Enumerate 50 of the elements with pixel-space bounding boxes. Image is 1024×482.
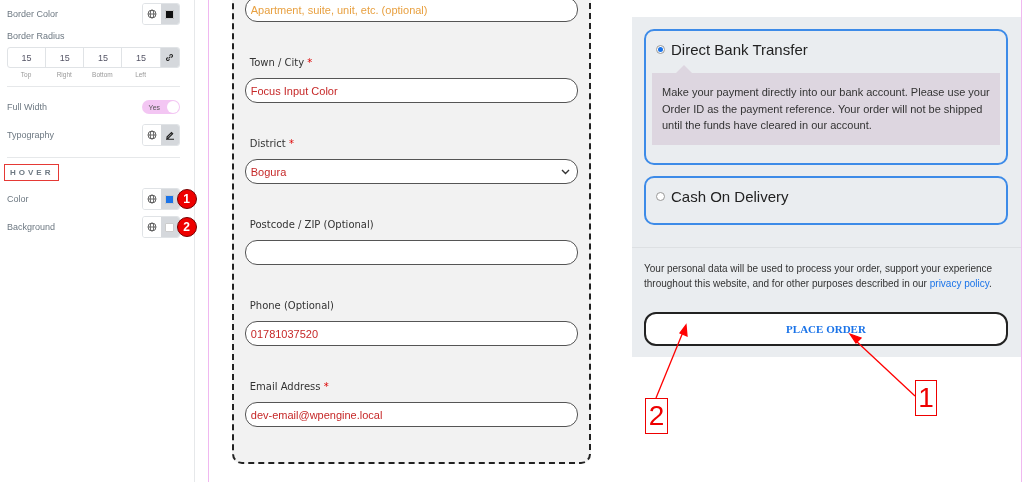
privacy-notice: Your personal data will be used to process your order, support your experience throughout this website, and for other purposes described in our privacy policy. bbox=[644, 261, 994, 291]
setting-label: Typography bbox=[7, 130, 55, 140]
radio-button[interactable] bbox=[656, 45, 665, 54]
required-asterisk: * bbox=[288, 138, 294, 149]
globe-icon bbox=[146, 9, 157, 19]
annotation-label: 2 bbox=[645, 398, 668, 434]
setting-label: Border Color bbox=[7, 9, 59, 19]
globe-icon bbox=[146, 222, 157, 232]
payment-option[interactable]: Cash On Delivery bbox=[644, 175, 1008, 225]
payment-description: Make your payment directly into our bank account. Please use your Order ID as the payment reference. Your order will not be shipped until the funds have cleared in our account. bbox=[652, 73, 1000, 145]
annotation-arrow bbox=[848, 332, 916, 397]
radio-button[interactable] bbox=[656, 191, 665, 201]
input-field[interactable]: Focus Input Color bbox=[244, 78, 578, 103]
radius-input[interactable]: 15 bbox=[8, 48, 47, 67]
privacy-policy-link[interactable]: privacy policy bbox=[929, 277, 989, 289]
chevron-down-icon bbox=[560, 169, 570, 175]
payment-method-label: Cash On Delivery bbox=[671, 187, 789, 205]
field-label: Phone (Optional) bbox=[249, 300, 335, 311]
link-icon bbox=[165, 53, 175, 62]
input-field[interactable]: Apartment, suite, unit, etc. (optional) bbox=[244, 0, 578, 22]
pencil-icon bbox=[164, 130, 175, 140]
place-order-button[interactable]: PLACE ORDER bbox=[644, 311, 1008, 346]
section-heading: HOVER bbox=[4, 164, 60, 181]
input-field[interactable]: dev-email@wpengine.local bbox=[244, 402, 578, 427]
radius-control[interactable]: 15 15 15 15 bbox=[7, 47, 180, 68]
input-field[interactable] bbox=[244, 240, 578, 265]
typography-control[interactable] bbox=[141, 124, 180, 146]
field-label: Postcode / ZIP (Optional) bbox=[249, 219, 374, 230]
setting-label: Border Radius bbox=[7, 31, 66, 41]
color-control[interactable] bbox=[141, 3, 180, 25]
annotation-label: 1 bbox=[915, 380, 937, 416]
select-field[interactable]: Bogura bbox=[244, 159, 578, 184]
payment-method-label: Direct Bank Transfer bbox=[671, 41, 808, 58]
field-label: District bbox=[249, 138, 286, 149]
required-asterisk: * bbox=[307, 57, 313, 68]
globe-icon bbox=[146, 194, 157, 204]
setting-label: Background bbox=[7, 222, 56, 232]
setting-label: Full Width bbox=[7, 102, 47, 112]
globe-icon bbox=[146, 130, 157, 140]
field-label: Email Address bbox=[249, 381, 321, 392]
setting-label: Color bbox=[7, 194, 29, 204]
radius-input[interactable]: 15 bbox=[46, 48, 85, 67]
radius-input[interactable]: 15 bbox=[84, 48, 123, 67]
input-field[interactable]: 01781037520 bbox=[244, 321, 578, 346]
field-label: Town / City bbox=[249, 57, 305, 68]
color-control[interactable] bbox=[141, 216, 180, 238]
payment-option[interactable]: Direct Bank Transfer Make your payment directly into our bank account. Please use your Order ID as the payment reference. Your order will not be shipped until the funds have cleared in our account. bbox=[644, 29, 1008, 165]
required-asterisk: * bbox=[323, 381, 329, 392]
radius-input[interactable]: 15 bbox=[122, 48, 161, 67]
color-control[interactable] bbox=[141, 188, 180, 210]
